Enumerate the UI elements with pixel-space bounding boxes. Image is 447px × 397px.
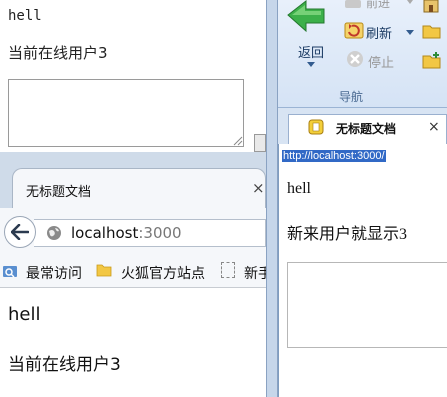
bookmark-firefox-official[interactable]: 火狐官方站点: [121, 263, 205, 283]
globe-icon: [47, 226, 61, 240]
back-button[interactable]: 返回: [298, 42, 324, 61]
bookmark-most-visited[interactable]: 最常访问: [26, 263, 82, 283]
stop-button[interactable]: 停止: [368, 52, 394, 71]
browser-window-top-left: hell 当前在线用户3: [0, 0, 266, 152]
star-folder-icon: [3, 266, 17, 278]
window-divider: [266, 0, 278, 397]
favorites-folder-icon[interactable]: [422, 22, 442, 40]
tab-title: 无标题文档: [336, 122, 397, 136]
online-users-text: 当前在线用户3: [8, 355, 121, 375]
back-arrow-icon: [11, 224, 29, 240]
url-host: localhost: [71, 224, 139, 242]
url-port: :3000: [138, 224, 182, 242]
add-folder-icon[interactable]: [422, 52, 442, 70]
page-heading: hell: [8, 304, 41, 325]
url-text: localhost:3000: [71, 224, 182, 242]
refresh-icon: [344, 22, 364, 39]
ribbon-group-label: 导航: [338, 90, 363, 104]
document-icon: [308, 119, 324, 135]
refresh-button[interactable]: 刷新: [366, 23, 392, 42]
stop-icon: [347, 51, 363, 67]
tab-close-icon[interactable]: ×: [428, 119, 440, 135]
resize-grip-icon: [233, 136, 243, 146]
tab-close-icon[interactable]: ×: [252, 179, 265, 197]
refresh-dropdown-icon[interactable]: [406, 30, 414, 35]
forward-dropdown-icon[interactable]: [407, 0, 413, 4]
message-textarea[interactable]: [8, 79, 244, 147]
new-user-text: 新来用户就显示3: [287, 226, 408, 243]
back-dropdown-icon[interactable]: [307, 62, 315, 67]
tab-title: 无标题文档: [26, 185, 92, 200]
firefox-window: 无标题文档 × localhost:3000 最常访问 火狐官方站点 新手 he…: [0, 152, 272, 397]
selected-url-text[interactable]: http://localhost:3000/: [282, 150, 386, 162]
blank-page-icon: [221, 262, 235, 278]
ie-window: 返回 前进 刷新 停止 导航 无标题文档 × http://localhost:…: [278, 0, 447, 397]
home-icon[interactable]: [422, 0, 442, 14]
folder-icon: [96, 264, 112, 277]
online-users-text: 当前在线用户3: [8, 44, 108, 62]
back-arrow-icon[interactable]: [286, 0, 328, 34]
page-heading: hell: [287, 180, 311, 197]
page-heading: hell: [8, 8, 42, 24]
message-textarea[interactable]: [287, 262, 447, 348]
back-button[interactable]: [4, 216, 36, 248]
forward-icon: [345, 0, 361, 8]
forward-button[interactable]: 前进: [366, 0, 390, 11]
send-button[interactable]: [254, 134, 266, 152]
